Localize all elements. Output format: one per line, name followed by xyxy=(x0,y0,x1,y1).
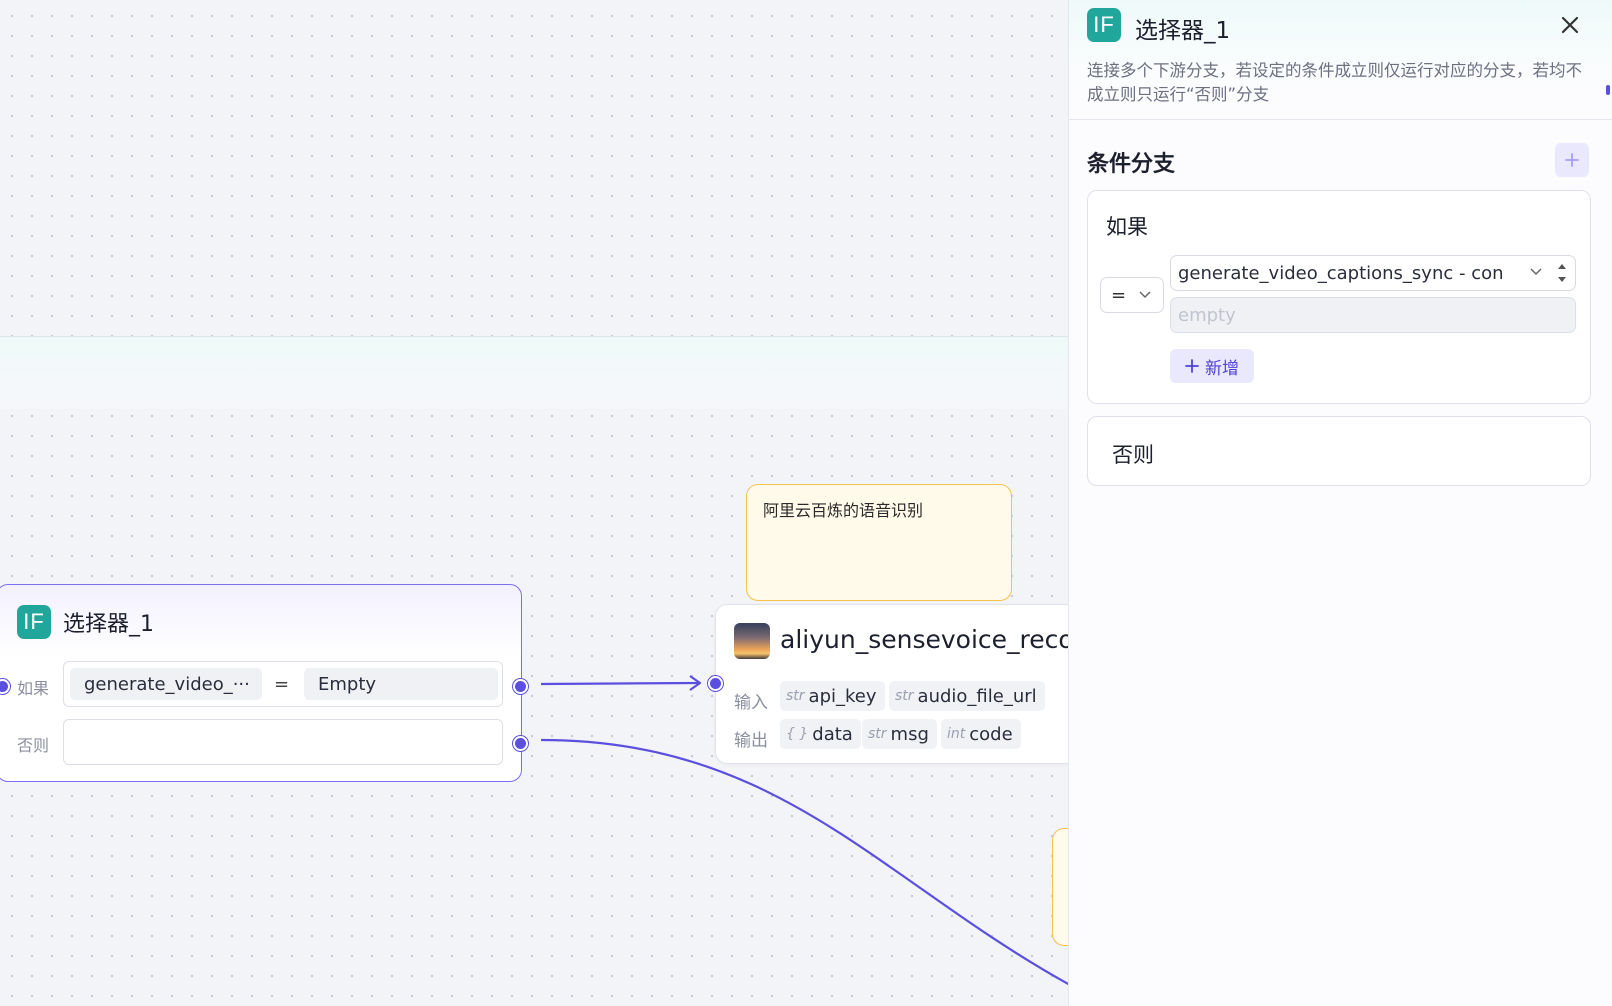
if-branch-arrow xyxy=(689,675,702,691)
condition-operator: = xyxy=(274,674,290,695)
else-branch-edge xyxy=(540,738,1068,986)
add-condition-button[interactable]: 新增 xyxy=(1170,349,1254,383)
if-badge-icon: IF xyxy=(1087,8,1121,42)
aliyun-input-handle[interactable] xyxy=(708,676,723,691)
if-badge-icon: IF xyxy=(17,605,51,639)
tag-type: { } xyxy=(786,726,809,742)
tag-type: str xyxy=(786,688,805,704)
else-branch-label: 否则 xyxy=(1112,443,1154,467)
selector-node[interactable]: IF 选择器_1 如果 generate_video_··· = Empty 否… xyxy=(0,584,528,782)
tag-name: api_key xyxy=(808,685,877,707)
output-label: 输出 xyxy=(734,731,768,751)
chevron-down-icon xyxy=(1530,268,1542,276)
close-icon[interactable] xyxy=(1553,8,1587,42)
else-row-label: 否则 xyxy=(17,736,50,755)
panel-description: 连接多个下游分支，若设定的条件成立则仅运行对应的分支，若均不成立则只运行“否则”… xyxy=(1087,61,1582,104)
variable-select[interactable]: generate_video_captions_sync - content xyxy=(1170,255,1576,291)
panel-title: 选择器_1 xyxy=(1135,18,1231,44)
operator-select[interactable]: = xyxy=(1100,277,1164,313)
selector-node-header: IF 选择器_1 xyxy=(17,605,154,639)
sticky-note-partial[interactable] xyxy=(1052,828,1068,946)
tag-type: int xyxy=(947,726,966,742)
if-branch-label: 如果 xyxy=(1106,215,1148,239)
add-branch-button[interactable] xyxy=(1555,143,1589,177)
tag-type: str xyxy=(895,688,914,704)
panel-header: IF 选择器_1 连接多个下游分支，若设定的条件成立则仅运行对应的分支，若均不成… xyxy=(1069,0,1612,120)
condition-variable-chip: generate_video_··· xyxy=(70,668,262,700)
node-thumbnail-icon xyxy=(734,623,770,659)
sticky-note-text: 阿里云百炼的语音识别 xyxy=(763,501,924,520)
plus-icon xyxy=(1565,153,1579,167)
canvas-band xyxy=(0,336,1068,409)
operator-value: = xyxy=(1111,284,1127,306)
input-label: 输入 xyxy=(734,693,768,713)
condition-value-chip: Empty xyxy=(304,668,498,700)
selector-node-title: 选择器_1 xyxy=(63,612,154,637)
properties-panel: IF 选择器_1 连接多个下游分支，若设定的条件成立则仅运行对应的分支，若均不成… xyxy=(1068,0,1612,1006)
aliyun-node[interactable]: aliyun_sensevoice_recognition 输入 str api… xyxy=(708,604,1068,764)
else-output-handle[interactable] xyxy=(513,736,528,751)
if-row-label: 如果 xyxy=(17,679,50,698)
tag-name: code xyxy=(969,723,1013,745)
workflow-canvas[interactable]: IF 选择器_1 如果 generate_video_··· = Empty 否… xyxy=(0,0,1068,1006)
input-handle[interactable] xyxy=(0,679,10,694)
sticky-note[interactable]: 阿里云百炼的语音识别 xyxy=(746,484,1012,601)
aliyun-node-title: aliyun_sensevoice_recognition xyxy=(780,625,1068,654)
condition-value-input[interactable] xyxy=(1170,297,1576,333)
add-condition-label: 新增 xyxy=(1205,358,1239,379)
tag-name: data xyxy=(812,723,853,745)
spinner-arrows-icon[interactable] xyxy=(1555,259,1569,287)
input-tag: str api_key xyxy=(780,681,885,711)
output-tag: str msg xyxy=(862,719,937,749)
output-tag: int code xyxy=(941,719,1021,749)
else-condition-box[interactable] xyxy=(63,719,503,765)
if-branch-card: 如果 = generate_video_captions_sync - cont… xyxy=(1087,190,1591,404)
else-branch-card: 否则 xyxy=(1087,416,1591,486)
if-branch-edge xyxy=(540,681,699,686)
panel-edge-marker xyxy=(1606,85,1610,95)
input-tag: str audio_file_url xyxy=(889,681,1045,711)
variable-value: generate_video_captions_sync - content xyxy=(1178,263,1503,284)
output-tag: { } data xyxy=(780,719,861,749)
chevron-down-icon xyxy=(1139,291,1151,299)
tag-type: str xyxy=(868,726,887,742)
if-output-handle[interactable] xyxy=(513,679,528,694)
plus-icon xyxy=(1185,359,1199,373)
tag-name: audio_file_url xyxy=(917,685,1037,707)
if-condition-box[interactable]: generate_video_··· = Empty xyxy=(63,661,503,707)
section-title: 条件分支 xyxy=(1087,152,1176,177)
tag-name: msg xyxy=(890,723,929,745)
